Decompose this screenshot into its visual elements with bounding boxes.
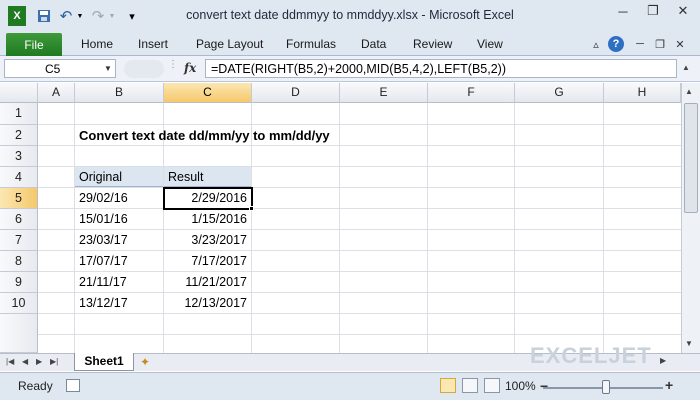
prev-sheet-icon[interactable]: ◀	[22, 357, 28, 366]
workbook-minimize-icon[interactable]: ─	[632, 36, 648, 52]
gridline	[603, 103, 604, 353]
select-all-corner[interactable]	[0, 83, 38, 103]
formula-bar-divider-icon: ⋮	[168, 59, 178, 70]
restore-icon[interactable]: ❐	[638, 0, 668, 22]
name-box-dropdown-icon[interactable]: ▼	[104, 64, 112, 73]
scroll-right-icon[interactable]: ▶	[660, 356, 666, 365]
column-header-b[interactable]: B	[75, 83, 164, 103]
status-bar: Ready 100% − +	[0, 372, 700, 400]
row-header-10[interactable]: 10	[0, 293, 38, 314]
zoom-in-icon[interactable]: +	[665, 377, 673, 393]
column-header-c[interactable]: C	[164, 83, 252, 103]
page-break-view-icon[interactable]	[484, 378, 500, 393]
tab-review[interactable]: Review	[413, 37, 452, 51]
table-cell-result[interactable]: 1/15/2016	[164, 209, 251, 229]
row-header-7[interactable]: 7	[0, 230, 38, 251]
column-header-e[interactable]: E	[340, 83, 428, 103]
minimize-icon[interactable]: ─	[608, 0, 638, 22]
table-cell-original[interactable]: 21/11/17	[75, 272, 163, 292]
table-cell-result[interactable]: 12/13/2017	[164, 293, 251, 313]
table-header-original[interactable]: Original	[75, 167, 163, 187]
help-icon[interactable]: ?	[608, 36, 624, 52]
row-header-5[interactable]: 5	[0, 188, 38, 209]
active-cell-border	[163, 187, 253, 210]
row-header-9[interactable]: 9	[0, 272, 38, 293]
fill-handle[interactable]	[249, 206, 254, 211]
table-cell-original[interactable]: 23/03/17	[75, 230, 163, 250]
normal-view-icon[interactable]	[440, 378, 456, 393]
page-layout-view-icon[interactable]	[462, 378, 478, 393]
exceljet-watermark: EXCELJET	[530, 343, 652, 368]
gridline	[38, 313, 681, 314]
next-sheet-icon[interactable]: ▶	[36, 357, 42, 366]
workbook-close-icon[interactable]: ✕	[672, 36, 688, 52]
column-header-g[interactable]: G	[515, 83, 604, 103]
scroll-up-icon[interactable]: ▲	[685, 87, 693, 96]
tab-home[interactable]: Home	[81, 37, 113, 51]
sheet-heading: Convert text date dd/mm/yy to mm/dd/yy	[79, 128, 330, 143]
ribbon-tabs: File Home Insert Page Layout Formulas Da…	[0, 32, 700, 56]
column-header-d[interactable]: D	[252, 83, 340, 103]
insert-sheet-icon[interactable]: ✦	[140, 355, 150, 369]
name-box[interactable]: C5	[4, 59, 116, 78]
minimize-ribbon-icon[interactable]: ▵	[588, 36, 604, 52]
last-sheet-icon[interactable]: ▶|	[50, 357, 58, 366]
tab-data[interactable]: Data	[361, 37, 386, 51]
table-cell-result[interactable]: 7/17/2017	[164, 251, 251, 271]
formula-bar-controls	[124, 60, 164, 78]
table-cell-original[interactable]: 15/01/16	[75, 209, 163, 229]
row-header-filler	[0, 314, 38, 353]
row-header-4[interactable]: 4	[0, 167, 38, 188]
zoom-out-icon[interactable]: −	[540, 378, 548, 394]
table-cell-original[interactable]: 13/12/17	[75, 293, 163, 313]
gridline	[38, 334, 681, 335]
formula-input[interactable]: =DATE(RIGHT(B5,2)+2000,MID(B5,4,2),LEFT(…	[205, 59, 677, 78]
tab-file[interactable]: File	[6, 33, 62, 56]
table-cell-result[interactable]: 3/23/2017	[164, 230, 251, 250]
row-header-6[interactable]: 6	[0, 209, 38, 230]
zoom-level[interactable]: 100%	[505, 379, 536, 393]
expand-formula-bar-icon[interactable]: ▲	[682, 63, 690, 72]
tab-view[interactable]: View	[477, 37, 503, 51]
column-header-h[interactable]: H	[604, 83, 681, 103]
macro-record-icon[interactable]	[66, 379, 80, 392]
window-title: convert text date ddmmyy to mmddyy.xlsx …	[186, 8, 514, 22]
formula-bar: C5 ▼ ⋮ fx =DATE(RIGHT(B5,2)+2000,MID(B5,…	[0, 56, 700, 82]
zoom-slider-thumb[interactable]	[602, 380, 610, 394]
gridline	[38, 145, 681, 146]
table-cell-original[interactable]: 17/07/17	[75, 251, 163, 271]
row-header-1[interactable]: 1	[0, 103, 38, 125]
scroll-down-icon[interactable]: ▼	[685, 339, 693, 348]
status-ready: Ready	[18, 379, 53, 393]
column-header-a[interactable]: A	[38, 83, 75, 103]
gridline	[514, 103, 515, 353]
tab-formulas[interactable]: Formulas	[286, 37, 336, 51]
gridline	[427, 103, 428, 353]
vertical-scrollbar[interactable]: ▲ ▼	[681, 83, 700, 353]
tab-page-layout[interactable]: Page Layout	[196, 37, 263, 51]
sheet-tab-sheet1[interactable]: Sheet1	[74, 353, 134, 371]
tab-insert[interactable]: Insert	[138, 37, 168, 51]
gridline	[38, 124, 681, 125]
table-cell-original[interactable]: 29/02/16	[75, 188, 163, 208]
workbook-restore-icon[interactable]: ❐	[652, 36, 668, 52]
first-sheet-icon[interactable]: |◀	[6, 357, 14, 366]
column-header-f[interactable]: F	[428, 83, 515, 103]
row-header-3[interactable]: 3	[0, 146, 38, 167]
row-header-8[interactable]: 8	[0, 251, 38, 272]
insert-function-icon[interactable]: fx	[184, 61, 196, 75]
title-bar: X ↶ ▼ ↷ ▼ ▾ convert text date ddmmyy to …	[0, 0, 700, 32]
close-icon[interactable]: ✕	[668, 0, 698, 22]
gridline	[339, 103, 340, 353]
table-cell-result[interactable]: 11/21/2017	[164, 272, 251, 292]
vertical-scroll-thumb[interactable]	[684, 103, 698, 213]
table-header-result[interactable]: Result	[164, 167, 251, 187]
row-header-2[interactable]: 2	[0, 125, 38, 146]
